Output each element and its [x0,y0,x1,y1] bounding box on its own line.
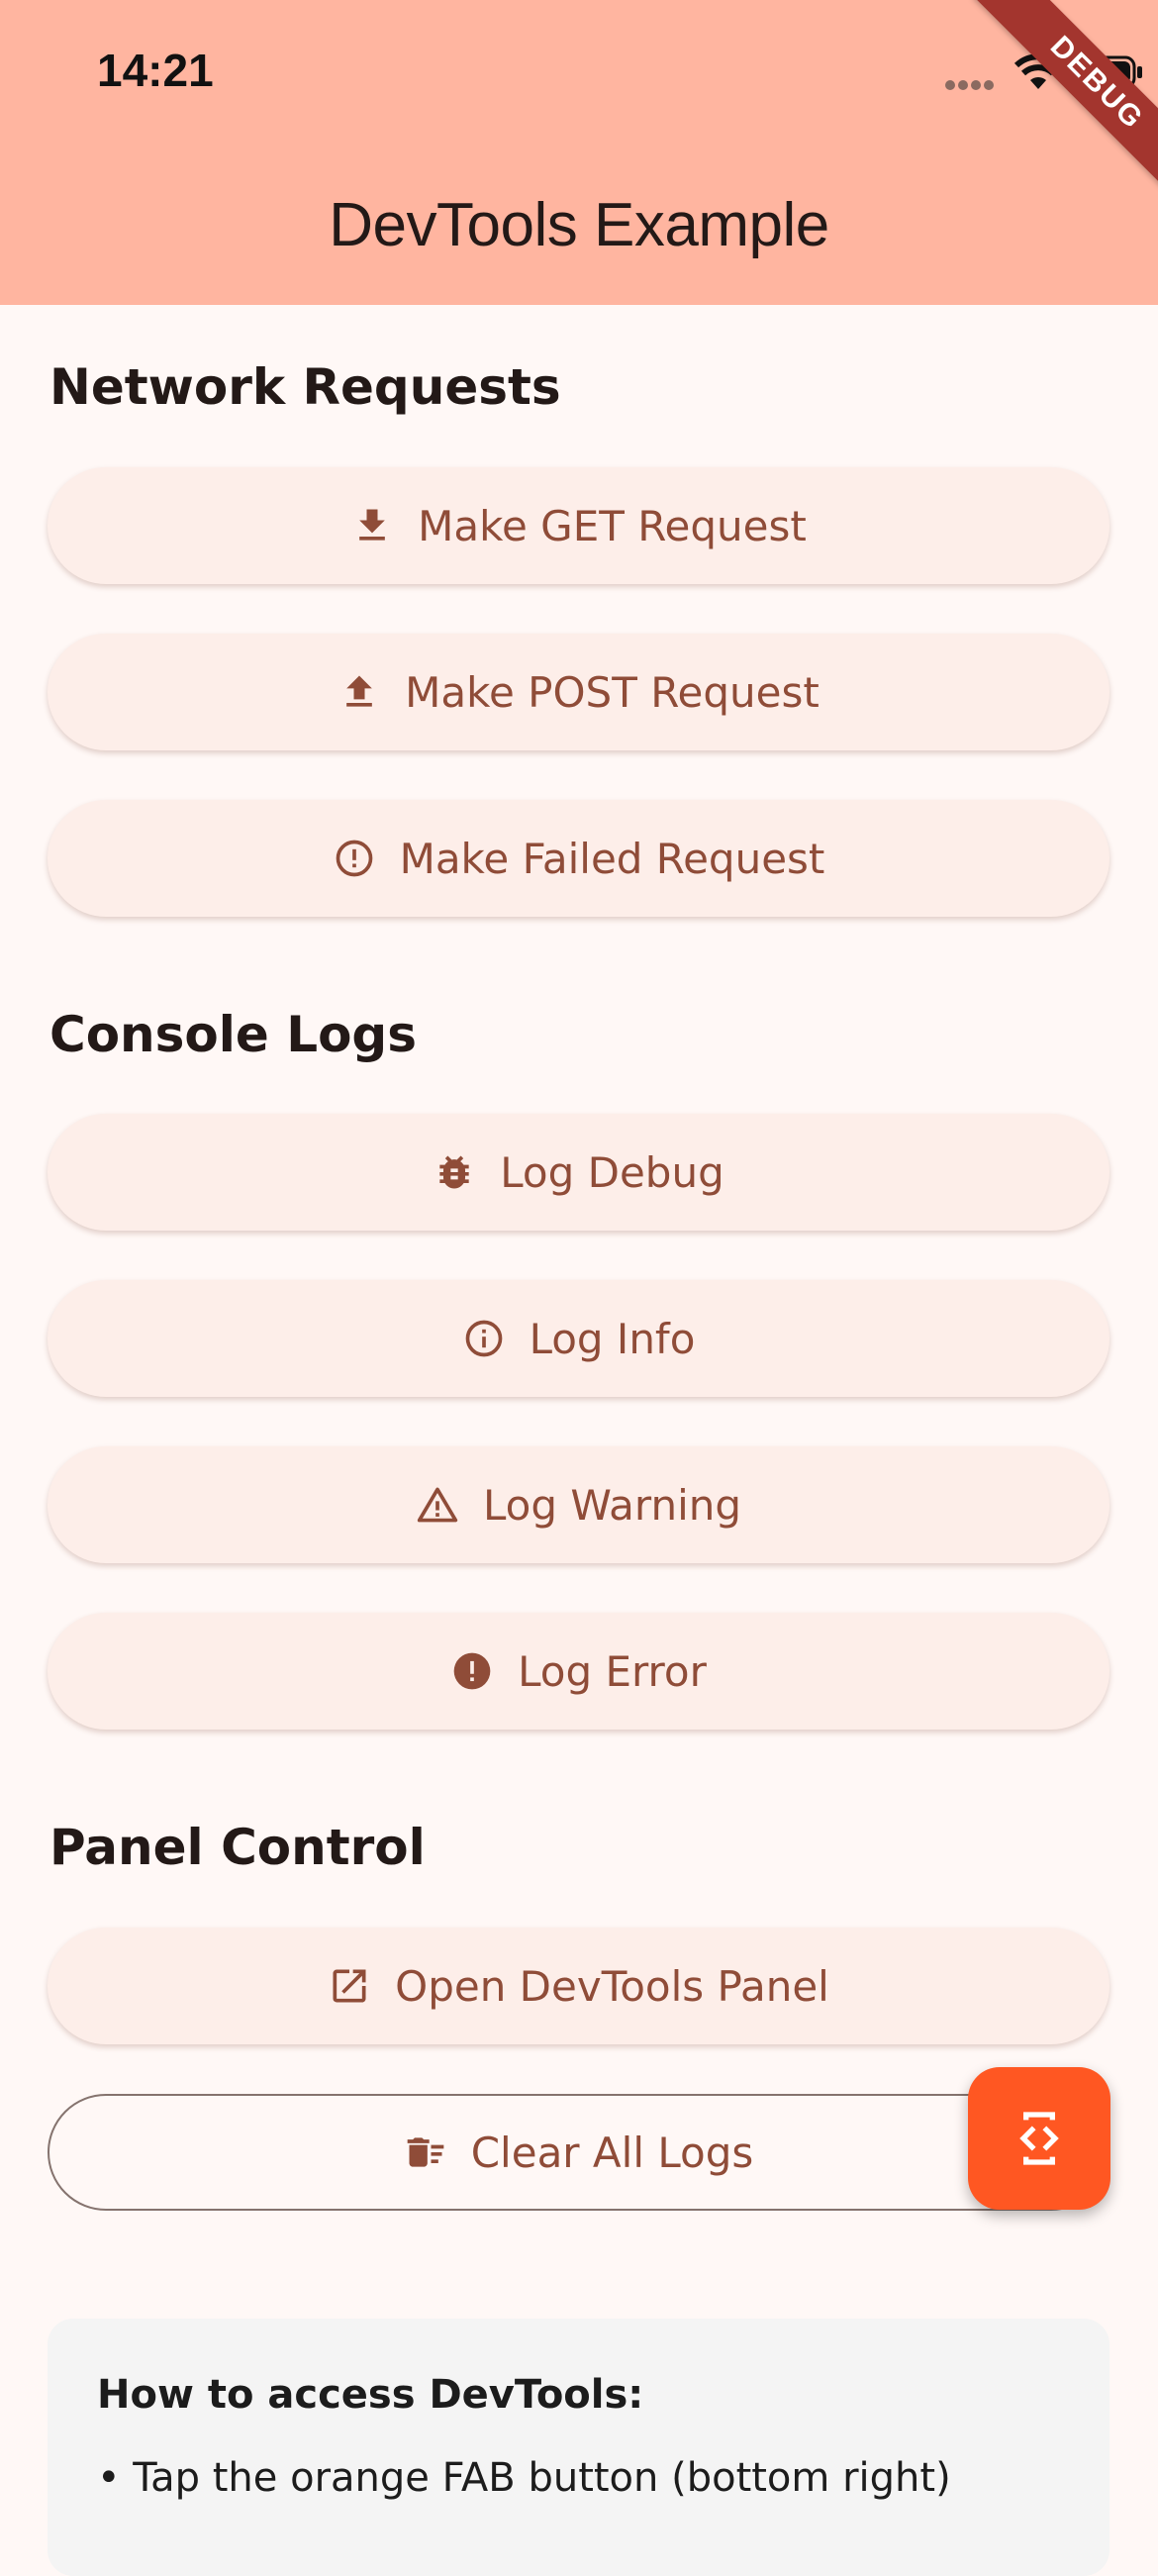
debug-banner: DEBUG [973,0,1158,207]
open-in-new-icon [333,1969,366,2003]
bug-icon [439,1155,469,1189]
section-title-console: Console Logs [49,1006,417,1063]
app-bar: 14:21 DevTools Example DEBUG [0,0,1158,305]
download-icon [359,509,385,541]
info-title: How to access DevTools: [97,2372,644,2418]
info-line: • Tap the orange FAB button (bottom righ… [97,2455,951,2501]
error-outline-icon [336,840,372,877]
log-info-label: Log Info [529,1314,696,1363]
clear-all-logs-label: Clear All Logs [470,2128,754,2177]
log-info-button[interactable]: Log Info [48,1280,1110,1397]
info-card: How to access DevTools: • Tap the orange… [48,2319,1110,2576]
cellular-signal-icon [945,80,994,90]
log-warning-label: Log Warning [482,1480,742,1530]
status-time: 14:21 [97,45,214,96]
info-outline-icon [465,1320,502,1357]
section-title-network: Network Requests [49,358,561,416]
clear-all-logs-button[interactable]: Clear All Logs [48,2094,1110,2211]
make-post-request-button[interactable]: Make POST Request [48,634,1110,750]
upload-icon [346,675,373,707]
app-title: DevTools Example [329,191,829,259]
make-get-request-label: Make GET Request [418,501,807,550]
log-error-label: Log Error [518,1646,707,1696]
log-warning-button[interactable]: Log Warning [48,1446,1110,1563]
make-failed-request-label: Make Failed Request [399,834,825,883]
error-filled-icon [453,1652,491,1690]
make-get-request-button[interactable]: Make GET Request [48,467,1110,584]
open-devtools-panel-button[interactable]: Open DevTools Panel [48,1928,1110,2044]
warning-outline-icon [417,1487,458,1523]
make-post-request-label: Make POST Request [405,667,820,717]
open-devtools-panel-label: Open DevTools Panel [395,1961,829,2011]
log-debug-label: Log Debug [500,1147,724,1197]
log-error-button[interactable]: Log Error [48,1613,1110,1730]
delete-sweep-icon [407,2137,444,2167]
section-title-panel: Panel Control [49,1819,426,1876]
make-failed-request-button[interactable]: Make Failed Request [48,800,1110,917]
developer-mode-icon [1019,2112,1059,2165]
log-debug-button[interactable]: Log Debug [48,1114,1110,1231]
devtools-fab-button[interactable] [968,2067,1110,2210]
